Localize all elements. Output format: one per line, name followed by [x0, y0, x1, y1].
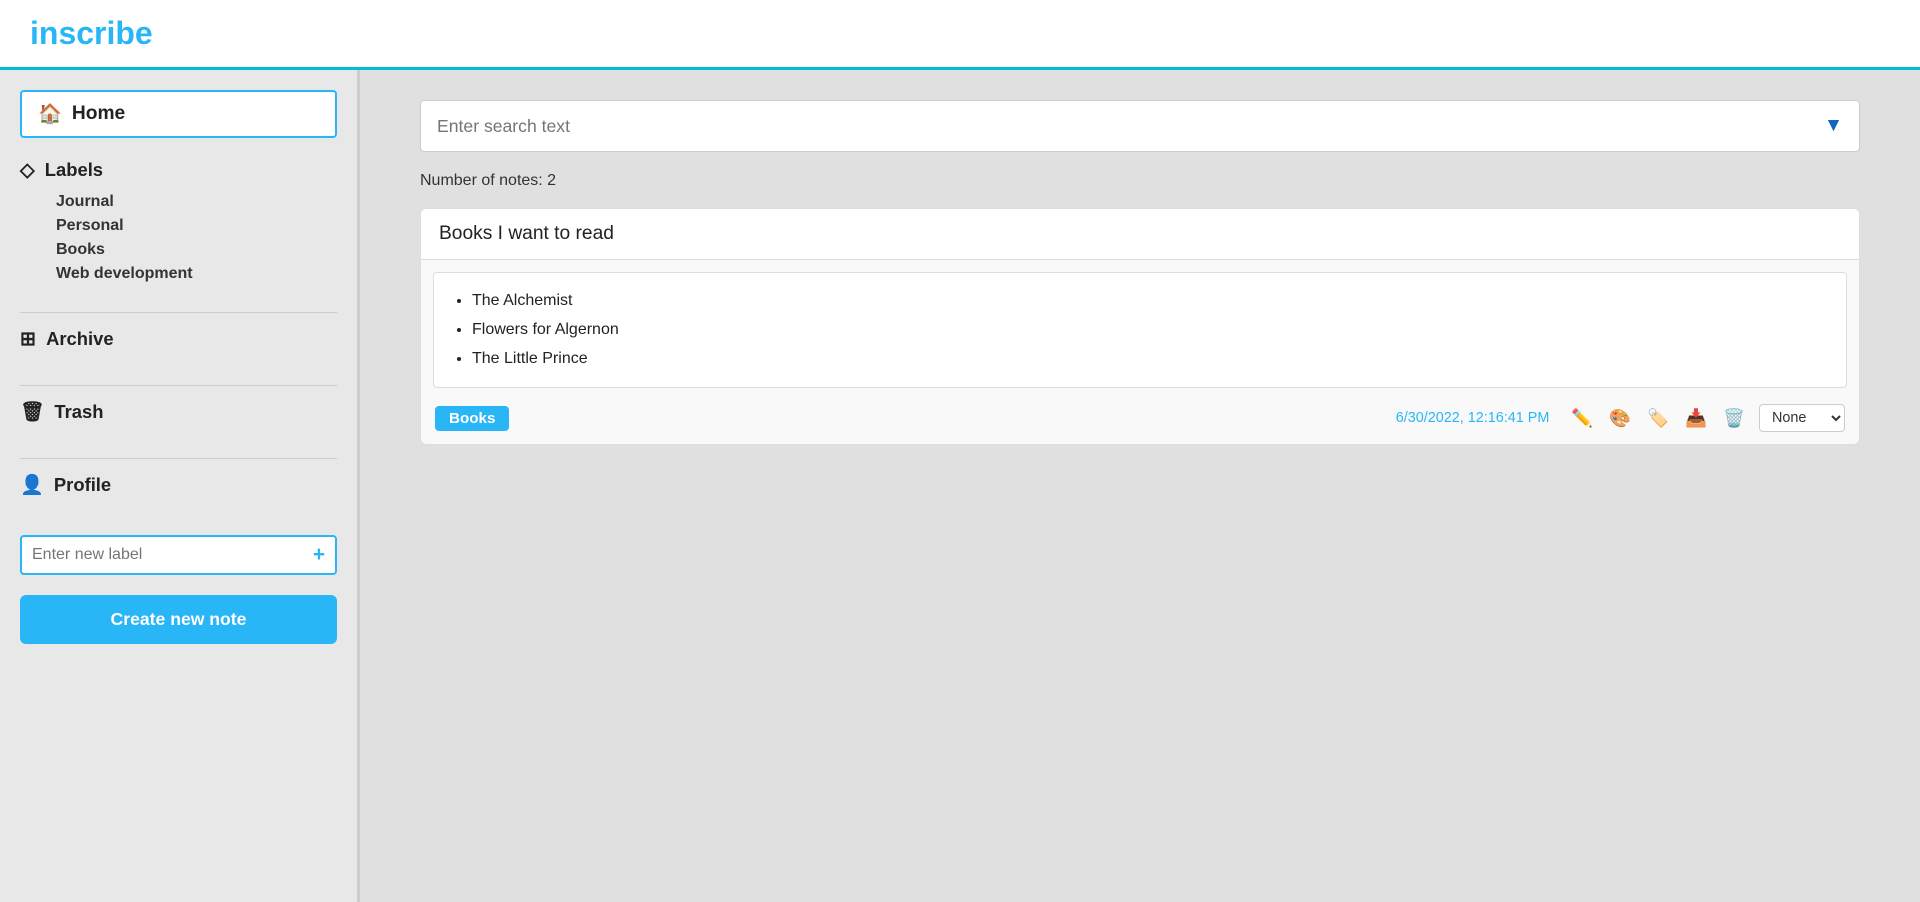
sidebar-labels-header[interactable]: ◇ Labels	[20, 158, 337, 182]
sidebar: 🏠 Home ◇ Labels Journal Personal Books W…	[0, 70, 360, 902]
note-move-select[interactable]: None Archive Trash	[1759, 404, 1845, 432]
sidebar-label-webdev[interactable]: Web development	[56, 262, 337, 286]
sidebar-label-personal[interactable]: Personal	[56, 214, 337, 238]
archive-label: Archive	[46, 328, 113, 350]
sidebar-archive-item[interactable]: ⊞ Archive	[20, 327, 337, 351]
trash-icon: 🗑	[20, 400, 44, 424]
archive-icon: ⊞	[20, 327, 36, 351]
note-title: Books I want to read	[421, 209, 1859, 260]
note-card: Books I want to read The Alchemist Flowe…	[420, 208, 1860, 445]
note-actions: 6/30/2022, 12:16:41 PM ✏️ 🎨 🏷️ 📥 🗑️ None…	[1396, 404, 1845, 432]
list-item: The Little Prince	[472, 345, 1828, 374]
list-item: Flowers for Algernon	[472, 316, 1828, 345]
search-input[interactable]	[437, 116, 1824, 137]
sidebar-trash-section: 🗑 Trash	[20, 400, 337, 432]
note-label-badge[interactable]: Books	[435, 406, 509, 431]
app-logo: inscribe	[30, 15, 153, 52]
sidebar-profile-section: 👤 Profile	[20, 473, 337, 505]
edit-button[interactable]: ✏️	[1569, 406, 1595, 431]
profile-icon: 👤	[20, 473, 44, 497]
main-content: ▼ Number of notes: 2 Books I want to rea…	[360, 70, 1920, 902]
new-label-input[interactable]	[32, 546, 313, 564]
sidebar-item-home[interactable]: 🏠 Home	[20, 90, 337, 138]
delete-note-button[interactable]: 🗑️	[1721, 406, 1747, 431]
main-layout: 🏠 Home ◇ Labels Journal Personal Books W…	[0, 70, 1920, 902]
notes-count: Number of notes: 2	[420, 172, 1860, 190]
sidebar-label-books[interactable]: Books	[56, 238, 337, 262]
home-icon: 🏠	[38, 102, 62, 126]
sidebar-label-journal[interactable]: Journal	[56, 190, 337, 214]
sidebar-trash-item[interactable]: 🗑 Trash	[20, 400, 337, 424]
label-button[interactable]: 🏷️	[1645, 406, 1671, 431]
note-timestamp: 6/30/2022, 12:16:41 PM	[1396, 410, 1550, 426]
sidebar-labels-list: Journal Personal Books Web development	[20, 190, 337, 286]
sidebar-labels-section: ◇ Labels Journal Personal Books Web deve…	[20, 158, 337, 286]
palette-button[interactable]: 🎨	[1607, 406, 1633, 431]
archive-note-button[interactable]: 📥	[1683, 406, 1709, 431]
create-note-button[interactable]: Create new note	[20, 595, 337, 644]
sidebar-archive-section: ⊞ Archive	[20, 327, 337, 359]
trash-label: Trash	[54, 401, 103, 423]
labels-header-text: Labels	[45, 159, 103, 181]
sidebar-home-label: Home	[72, 103, 125, 125]
note-body-list: The Alchemist Flowers for Algernon The L…	[452, 287, 1828, 373]
note-body: The Alchemist Flowers for Algernon The L…	[433, 272, 1847, 388]
search-bar-row: ▼	[420, 100, 1860, 152]
profile-label: Profile	[54, 474, 111, 496]
divider-2	[20, 385, 337, 386]
divider-3	[20, 458, 337, 459]
add-label-button[interactable]: +	[313, 543, 325, 567]
sidebar-profile-item[interactable]: 👤 Profile	[20, 473, 337, 497]
new-label-row: +	[20, 535, 337, 575]
topbar: inscribe	[0, 0, 1920, 70]
filter-icon[interactable]: ▼	[1824, 115, 1843, 137]
list-item: The Alchemist	[472, 287, 1828, 316]
label-icon: ◇	[20, 158, 35, 182]
note-footer: Books 6/30/2022, 12:16:41 PM ✏️ 🎨 🏷️ 📥 🗑…	[421, 396, 1859, 444]
divider-1	[20, 312, 337, 313]
